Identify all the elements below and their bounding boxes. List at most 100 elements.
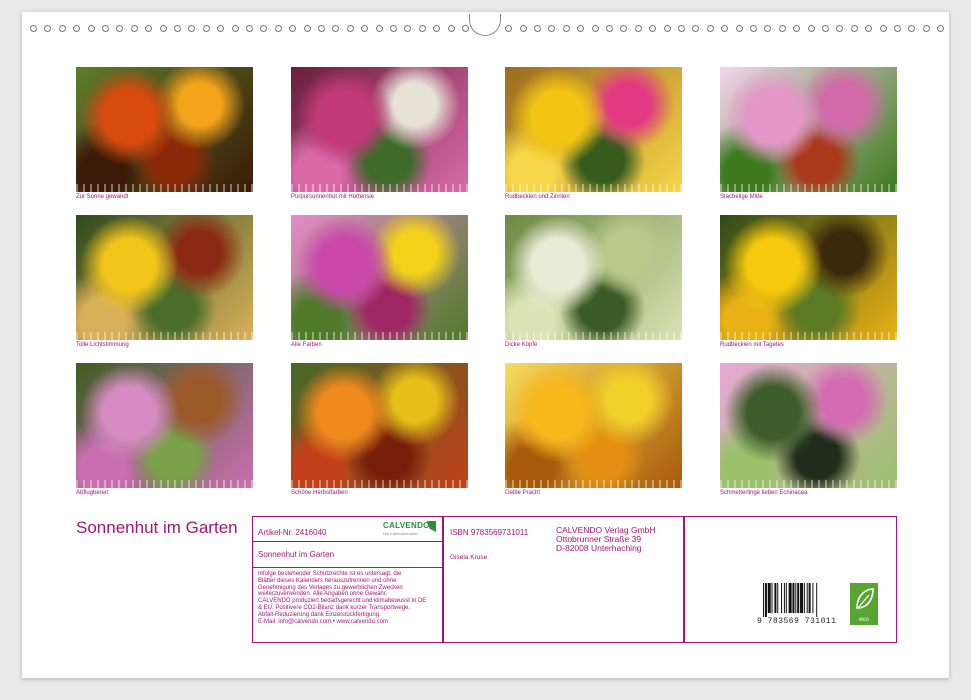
legal-line: Blätter dieses Kalenders herauszutrennen…: [258, 577, 397, 584]
binding-ring: [634, 25, 642, 32]
divider: [683, 517, 685, 642]
photo-caption: Gelbe Pracht: [505, 490, 541, 496]
flower-photo: [720, 67, 897, 192]
binding-ring: [375, 25, 383, 32]
binding-ring: [505, 25, 513, 32]
legal-line: Abfall-Reduzierung dank Einzelstückferti…: [258, 611, 381, 618]
legal-line: CALVENDO produziert bedarfsgerecht und k…: [258, 598, 427, 605]
barcode-bar: [771, 583, 773, 613]
binding-ring: [735, 25, 743, 32]
isbn: ISBN 9783569731011: [450, 528, 529, 537]
binding-ring: [562, 25, 570, 32]
barcode-bar: [777, 583, 779, 613]
barcode-bar: [764, 583, 767, 617]
date-strip: [505, 184, 682, 192]
legal-line: & EU. Positivere CO2-Bilanz dank kurzer …: [258, 604, 411, 611]
date-strip: [505, 480, 682, 488]
photo-caption: Stachelige Mitte: [720, 194, 763, 200]
date-strip: [505, 332, 682, 340]
binding-ring: [289, 25, 297, 32]
barcode-bar: [797, 583, 800, 613]
calvendo-logo-text: CALVENDO: [383, 521, 430, 530]
photo-caption: Alle Farben: [291, 342, 322, 348]
binding-ring: [663, 25, 671, 32]
binding-ring: [361, 25, 369, 32]
binding-ring: [922, 25, 930, 32]
date-strip: [291, 184, 468, 192]
barcode-number: 9 783569 731011: [757, 617, 837, 626]
photo-caption: Schöne Herbstfarben: [291, 490, 348, 496]
flower-photo: [505, 215, 682, 340]
product-title: Sonnenhut im Garten: [258, 550, 335, 559]
barcode-bar: [788, 583, 792, 613]
author: Gisela Kruse: [450, 554, 488, 561]
calvendo-logo-subtitle: Die Kalendermarke: [383, 531, 418, 536]
flower-photo: [291, 363, 468, 488]
photo-caption: Abflugbereit: [76, 490, 109, 496]
binding-ring: [116, 25, 124, 32]
binding-ring: [58, 25, 66, 32]
binding-ring: [908, 25, 916, 32]
date-strip: [720, 480, 897, 488]
binding-ring: [879, 25, 887, 32]
binding-ring: [433, 25, 441, 32]
date-strip: [720, 184, 897, 192]
barcode-bar: [808, 583, 811, 613]
divider: [253, 567, 442, 568]
binding-ring: [274, 25, 282, 32]
binding-ring: [145, 25, 153, 32]
binding-ring: [606, 25, 613, 32]
binding-ring: [937, 25, 945, 32]
barcode-bar: [785, 583, 787, 613]
photo-caption: Rudbecklen und Zinnien: [505, 194, 570, 200]
barcode-bar: [800, 583, 804, 613]
binding-ring: [174, 25, 181, 32]
divider: [253, 541, 442, 542]
leaf-icon: [856, 588, 874, 609]
binding-ring: [87, 25, 95, 32]
barcode-bar: [806, 583, 808, 613]
binding-ring: [750, 25, 757, 32]
binding-ring: [678, 25, 685, 32]
binding-ring: [836, 25, 844, 32]
binding-ring: [303, 25, 311, 32]
binding-ring: [260, 25, 268, 32]
photo-caption: Dicke Köpfe: [505, 342, 538, 348]
article-number: Artikel-Nr. 2416040: [258, 528, 327, 537]
photo-caption: Purpursonnenhut mit Hortensie: [291, 194, 375, 200]
binding-ring: [102, 25, 109, 32]
barcode-bar: [792, 583, 795, 613]
binding-ring: [202, 25, 210, 32]
barcode-bar: [803, 583, 805, 613]
binding-ring: [548, 25, 556, 32]
divider: [442, 517, 444, 642]
binding-ring: [130, 25, 138, 32]
flower-photo: [76, 215, 253, 340]
legal-notice: Infolge bestehender Schutzrechte ist es …: [258, 571, 426, 625]
legal-line: Genehmigung des Verlages zu gewerblichen…: [258, 584, 403, 591]
binding-ring: [793, 25, 801, 32]
barcode-bar: [812, 583, 814, 613]
binding-ring: [44, 25, 52, 32]
binding-ring: [764, 25, 772, 32]
barcode-bar: [816, 583, 818, 617]
binding-ring: [404, 25, 412, 32]
publisher-address: CALVENDO Verlag GmbH Ottobrunner Straße 3…: [556, 526, 656, 553]
binding-ring: [822, 25, 829, 32]
binding-ring: [246, 25, 253, 32]
date-strip: [720, 332, 897, 340]
binding-ring: [778, 25, 786, 32]
date-strip: [76, 332, 253, 340]
barcode-bar: [795, 583, 797, 613]
photo-caption: Schmetterlinge lieben Echinacea: [720, 490, 808, 496]
binding-ring: [332, 25, 340, 32]
flower-photo: [291, 67, 468, 192]
binding-ring: [418, 25, 426, 32]
flower-photo: [76, 67, 253, 192]
legal-line: weiterzuverwenden. Alle Angaben ohne Gew…: [258, 591, 388, 598]
binding-ring: [850, 25, 858, 32]
binding-ring: [447, 25, 455, 32]
date-strip: [291, 480, 468, 488]
binding-ring: [346, 25, 354, 32]
flower-photo: [505, 363, 682, 488]
